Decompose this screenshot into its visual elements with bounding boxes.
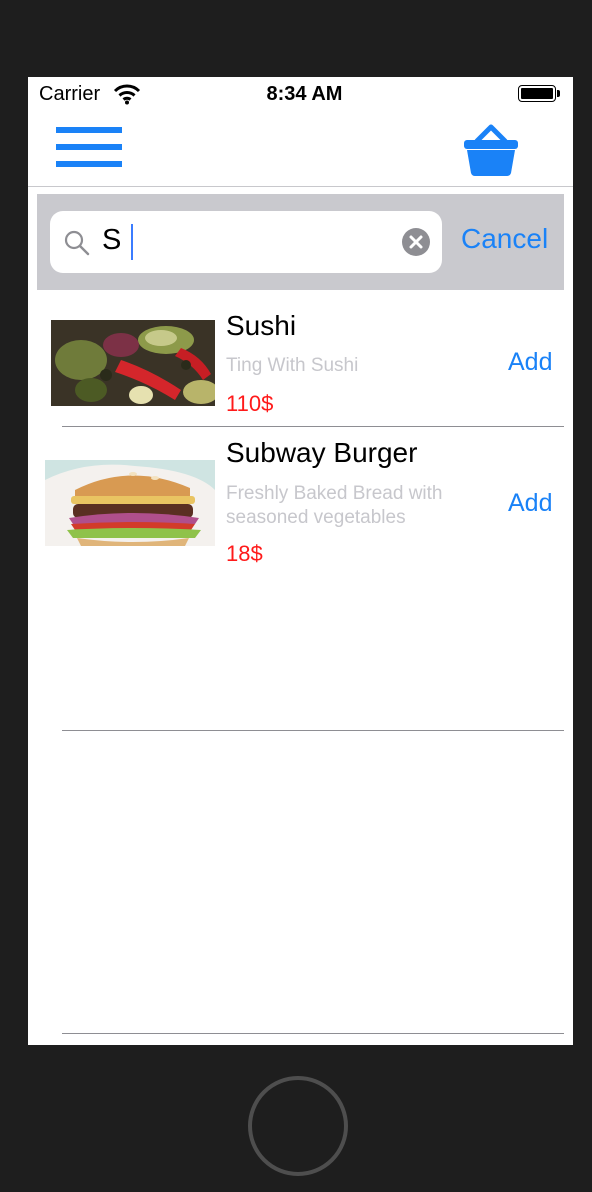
clear-search-icon[interactable] [402,228,430,256]
search-query: S [102,224,122,256]
item-price: 18$ [226,541,263,566]
item-price: 110$ [226,391,274,416]
cancel-button[interactable]: Cancel [461,223,548,255]
search-bar: S Cancel [37,194,564,290]
clock-time: 8:34 AM [266,83,343,105]
food-image [45,460,215,546]
add-button[interactable]: Add [508,348,552,377]
item-description: Ting With Sushi [226,355,359,376]
hamburger-menu-icon[interactable] [56,127,122,169]
item-name: Sushi [226,310,297,341]
home-button[interactable] [248,1076,348,1176]
text-cursor [131,224,133,260]
list-item[interactable]: Subway Burger Freshly Baked Bread with s… [28,427,573,729]
item-description: Freshly Baked Bread with seasoned vegeta… [226,483,443,528]
row-separator [62,1033,564,1034]
search-input[interactable]: S [50,211,442,273]
status-bar: Carrier 8:34 AM [28,77,573,111]
navigation-bar [28,111,573,187]
item-name: Subway Burger [226,437,418,468]
add-button[interactable]: Add [508,489,552,518]
food-image [51,320,219,406]
shopping-basket-icon[interactable] [461,121,521,176]
search-icon [64,230,90,261]
battery-icon [518,85,560,102]
phone-screen: Carrier 8:34 AM S Cancel Sushi Ting With… [28,77,573,1045]
empty-list-row [28,731,573,1033]
list-item[interactable]: Sushi Ting With Sushi 110$ Add [28,290,573,426]
